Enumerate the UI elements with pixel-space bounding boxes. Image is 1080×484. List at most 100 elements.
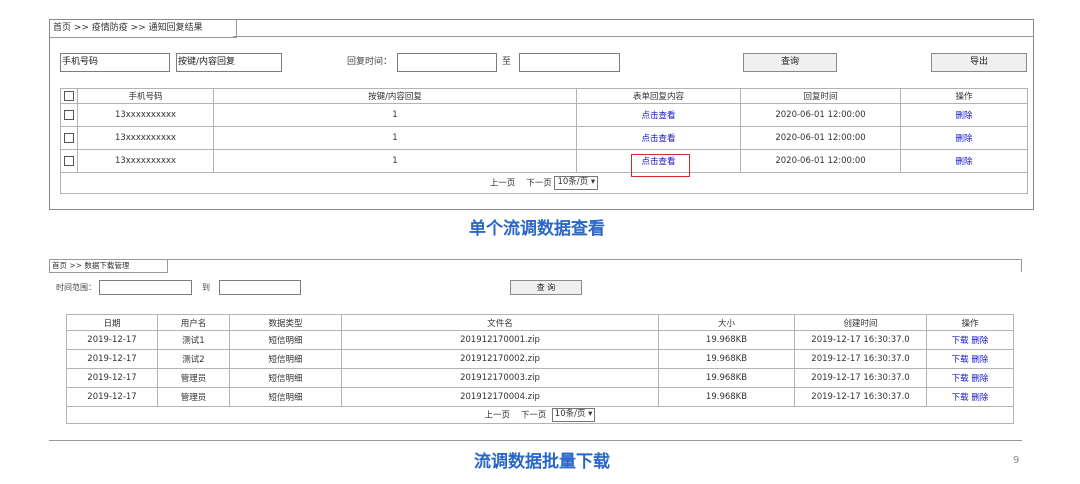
row-time: 2020-06-01 12:00:00 — [740, 103, 901, 127]
col-header-reply: 按键/内容回复 — [213, 88, 577, 104]
prev-page-link[interactable]: 上一页 — [485, 411, 511, 421]
row-date: 2019-12-17 — [66, 368, 158, 388]
row-checkbox[interactable] — [64, 109, 74, 120]
table-row: 2019-12-17 测试1 短信明细 201912170001.zip 19.… — [66, 330, 1014, 350]
table-row: 2019-12-17 管理员 短信明细 201912170004.zip 19.… — [66, 387, 1014, 407]
col-header-date: 日期 — [66, 314, 158, 331]
view-link[interactable]: 点击查看 — [641, 134, 675, 144]
download-table: 日期 用户名 数据类型 文件名 大小 创建时间 操作 2019-12-17 测试… — [66, 314, 1014, 424]
breadcrumb: 首页 >> 疫情防疫 >> 通知回复结果 — [50, 20, 237, 38]
range-to-label: 到 — [202, 283, 210, 292]
row-file: 201912170002.zip — [341, 349, 659, 369]
panel-bottom-rule — [49, 440, 1022, 441]
col-header-reply-time: 回复时间 — [740, 88, 901, 104]
row-time: 2020-06-01 12:00:00 — [740, 149, 901, 173]
row-reply: 1 — [213, 126, 577, 150]
query-button[interactable]: 查 询 — [510, 280, 582, 295]
row-type: 短信明细 — [229, 368, 342, 388]
row-user: 管理员 — [157, 387, 230, 407]
view-link[interactable]: 点击查看 — [641, 111, 675, 121]
select-all-checkbox[interactable] — [64, 90, 74, 101]
table-row: 2019-12-17 测试2 短信明细 201912170002.zip 19.… — [66, 349, 1014, 369]
reply-time-end-input[interactable] — [519, 53, 620, 72]
delete-link[interactable]: 删除 — [971, 393, 988, 403]
reply-results-table: 手机号码 按键/内容回复 表单回复内容 回复时间 操作 13xxxxxxxxxx… — [60, 88, 1028, 194]
row-checkbox[interactable] — [64, 132, 74, 143]
table-row: 13xxxxxxxxxx 1 点击查看 2020-06-01 12:00:00 … — [60, 149, 1028, 173]
row-file: 201912170001.zip — [341, 330, 659, 350]
row-type: 短信明细 — [229, 387, 342, 407]
prev-page-link[interactable]: 上一页 — [490, 179, 516, 189]
row-date: 2019-12-17 — [66, 330, 158, 350]
table-header-row: 手机号码 按键/内容回复 表单回复内容 回复时间 操作 — [60, 88, 1028, 104]
row-size: 19.968KB — [658, 330, 795, 350]
row-user: 管理员 — [157, 368, 230, 388]
select-all-cell — [60, 88, 78, 104]
reply-time-label: 回复时间： — [347, 57, 393, 67]
pager-cell: 上一页 下一页 10条/页 ▾ — [66, 406, 1014, 424]
col-header-form-content: 表单回复内容 — [576, 88, 741, 104]
reply-time-start-input[interactable] — [397, 53, 497, 72]
download-management-panel: 首页 >> 数据下载管理 时间范围： 到 查 询 日期 用户名 数据类型 文件名… — [49, 259, 1022, 441]
delete-link[interactable]: 删除 — [955, 111, 972, 121]
col-header-size: 大小 — [658, 314, 795, 331]
next-page-link[interactable]: 下一页 — [521, 411, 547, 421]
col-header-phone: 手机号码 — [77, 88, 214, 104]
delete-link[interactable]: 删除 — [955, 134, 972, 144]
export-button[interactable]: 导出 — [931, 53, 1027, 72]
row-phone: 13xxxxxxxxxx — [77, 126, 214, 150]
delete-link[interactable]: 删除 — [955, 157, 972, 167]
phone-input[interactable]: 手机号码 — [60, 53, 170, 72]
delete-link[interactable]: 删除 — [971, 336, 988, 346]
download-link[interactable]: 下载 — [952, 355, 969, 365]
pager-cell: 上一页 下一页 10条/页 ▾ — [60, 172, 1028, 194]
col-header-filename: 文件名 — [341, 314, 659, 331]
pager-row: 上一页 下一页 10条/页 ▾ — [60, 172, 1028, 194]
bottom-caption: 流调数据批量下载 — [474, 452, 610, 472]
download-link[interactable]: 下载 — [952, 336, 969, 346]
row-phone: 13xxxxxxxxxx — [77, 103, 214, 127]
delete-link[interactable]: 删除 — [971, 374, 988, 384]
page-size-select[interactable]: 10条/页 ▾ — [554, 176, 599, 190]
pager-row: 上一页 下一页 10条/页 ▾ — [66, 406, 1014, 424]
reply-content-input[interactable]: 按键/内容回复 — [176, 53, 282, 72]
page-number: 9 — [1013, 455, 1020, 466]
table-row: 13xxxxxxxxxx 1 点击查看 2020-06-01 12:00:00 … — [60, 103, 1028, 127]
highlight-box — [631, 154, 690, 177]
download-link[interactable]: 下载 — [952, 374, 969, 384]
query-button[interactable]: 查询 — [743, 53, 837, 72]
breadcrumb-rule — [233, 36, 1033, 37]
row-size: 19.968KB — [658, 349, 795, 369]
delete-link[interactable]: 删除 — [971, 355, 988, 365]
breadcrumb-box: 首页 >> 数据下载管理 — [49, 260, 168, 273]
row-date: 2019-12-17 — [66, 387, 158, 407]
row-user: 测试2 — [157, 349, 230, 369]
download-link[interactable]: 下载 — [952, 393, 969, 403]
row-checkbox[interactable] — [64, 155, 74, 166]
row-created: 2019-12-17 16:30:37.0 — [794, 349, 927, 369]
row-created: 2019-12-17 16:30:37.0 — [794, 330, 927, 350]
time-range-label: 时间范围： — [56, 283, 96, 292]
table-row: 13xxxxxxxxxx 1 点击查看 2020-06-01 12:00:00 … — [60, 126, 1028, 150]
row-created: 2019-12-17 16:30:37.0 — [794, 368, 927, 388]
chevron-down-icon: ▾ — [588, 409, 593, 419]
range-start-input[interactable] — [99, 280, 192, 295]
row-size: 19.968KB — [658, 368, 795, 388]
table-header-row: 日期 用户名 数据类型 文件名 大小 创建时间 操作 — [66, 314, 1014, 331]
row-created: 2019-12-17 16:30:37.0 — [794, 387, 927, 407]
col-header-action: 操作 — [926, 314, 1014, 331]
col-header-type: 数据类型 — [229, 314, 342, 331]
row-user: 测试1 — [157, 330, 230, 350]
col-header-created: 创建时间 — [794, 314, 927, 331]
top-caption: 单个流调数据查看 — [469, 219, 605, 239]
panel-right-edge — [1021, 260, 1022, 272]
col-header-user: 用户名 — [157, 314, 230, 331]
chevron-down-icon: ▾ — [590, 177, 596, 187]
range-end-input[interactable] — [219, 280, 301, 295]
row-time: 2020-06-01 12:00:00 — [740, 126, 901, 150]
row-file: 201912170003.zip — [341, 368, 659, 388]
page-size-select[interactable]: 10条/页 ▾ — [551, 408, 596, 422]
row-date: 2019-12-17 — [66, 349, 158, 369]
row-phone: 13xxxxxxxxxx — [77, 149, 214, 173]
next-page-link[interactable]: 下一页 — [526, 179, 552, 189]
